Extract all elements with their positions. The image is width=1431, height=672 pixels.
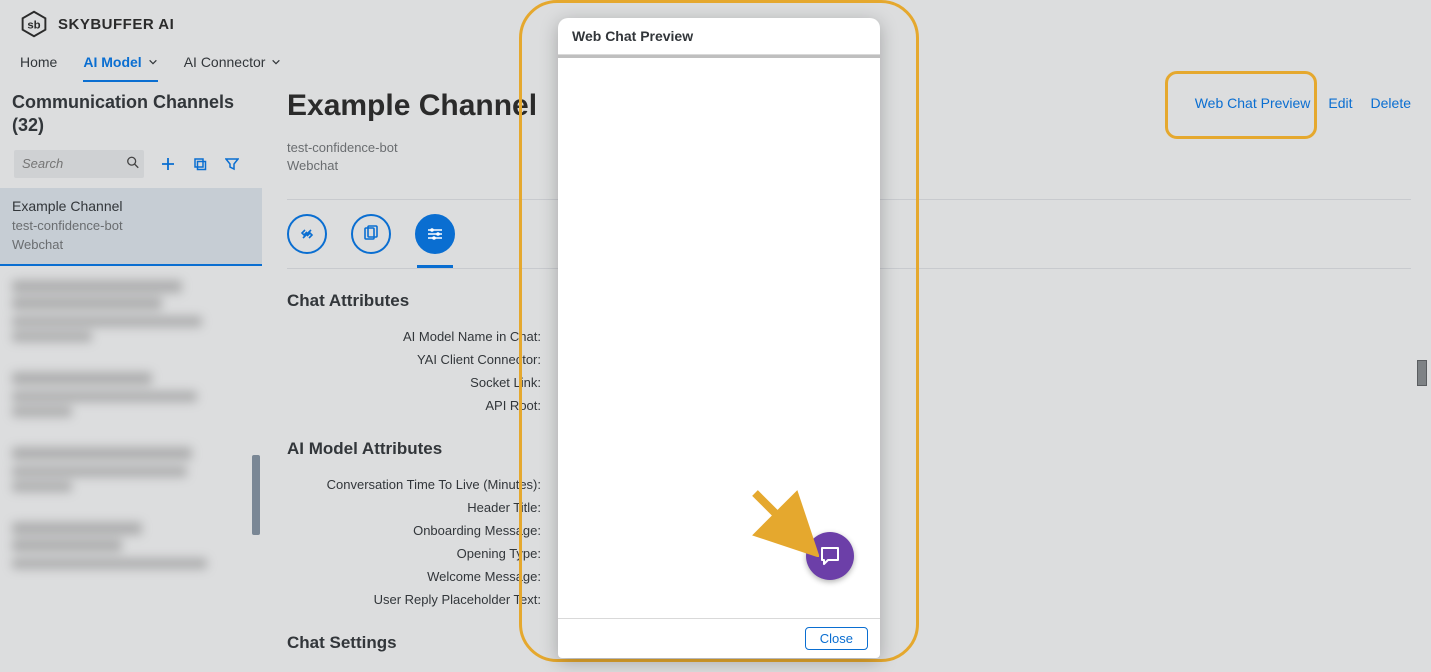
- attr-label-onboarding: Onboarding Message:: [287, 523, 547, 538]
- modal-title: Web Chat Preview: [558, 18, 880, 55]
- page-subtitle-2: Webchat: [287, 157, 537, 175]
- nav-ai-model-label: AI Model: [83, 54, 141, 70]
- search-icon[interactable]: [126, 155, 140, 172]
- close-button[interactable]: Close: [805, 627, 868, 650]
- tab-connection[interactable]: [287, 214, 327, 254]
- sidebar-toolbar: [12, 150, 262, 178]
- copy-icon: [361, 224, 381, 244]
- sidebar: Communication Channels (32) Example Chan…: [0, 85, 262, 672]
- list-item-sub2: Webchat: [12, 237, 252, 252]
- attr-label-welcome: Welcome Message:: [287, 569, 547, 584]
- nav-ai-connector-label: AI Connector: [184, 54, 266, 70]
- list-item-title: Example Channel: [12, 198, 252, 214]
- brand-logo-icon: sb: [20, 10, 48, 38]
- sliders-icon: [425, 224, 445, 244]
- attr-label-header-title: Header Title:: [287, 500, 547, 515]
- svg-text:sb: sb: [27, 19, 40, 31]
- modal-body: [558, 58, 880, 618]
- search-input[interactable]: [14, 152, 144, 175]
- sidebar-title: Communication Channels (32): [12, 85, 262, 150]
- chevron-down-icon: [271, 57, 281, 67]
- copy-button[interactable]: [192, 156, 208, 172]
- delete-link[interactable]: Delete: [1371, 95, 1411, 111]
- attr-label-api-root: API Root:: [287, 398, 547, 413]
- attr-label-model-name: AI Model Name in Chat:: [287, 329, 547, 344]
- tab-documents[interactable]: [351, 214, 391, 254]
- plug-icon: [297, 224, 317, 244]
- brand-name: SKYBUFFER AI: [58, 16, 174, 33]
- page-title: Example Channel: [287, 89, 537, 123]
- web-chat-preview-modal: Web Chat Preview Close: [558, 18, 880, 658]
- scrollbar-thumb[interactable]: [1417, 360, 1427, 386]
- sidebar-list: Example Channel test-confidence-bot Webc…: [12, 188, 262, 585]
- list-item-blurred[interactable]: [12, 358, 262, 433]
- page-subtitle-1: test-confidence-bot: [287, 139, 537, 157]
- list-item-blurred[interactable]: [12, 266, 262, 358]
- chevron-down-icon: [148, 57, 158, 67]
- list-item-blurred[interactable]: [12, 508, 262, 585]
- filter-button[interactable]: [224, 156, 240, 172]
- brand-block: sb SKYBUFFER AI: [20, 10, 174, 38]
- chat-launcher-button[interactable]: [806, 532, 854, 580]
- list-item-blurred[interactable]: [12, 433, 262, 508]
- attr-label-ttl: Conversation Time To Live (Minutes):: [287, 477, 547, 492]
- nav-ai-model[interactable]: AI Model: [83, 54, 157, 82]
- page-actions: Web Chat Preview Edit Delete: [1195, 95, 1411, 111]
- edit-link[interactable]: Edit: [1328, 95, 1352, 111]
- sidebar-search[interactable]: [14, 150, 144, 178]
- list-item-sub1: test-confidence-bot: [12, 218, 252, 233]
- list-item-selected[interactable]: Example Channel test-confidence-bot Webc…: [0, 188, 262, 266]
- chat-bubble-icon: [818, 544, 842, 568]
- attr-label-opening: Opening Type:: [287, 546, 547, 561]
- attr-label-socket: Socket Link:: [287, 375, 547, 390]
- nav-ai-connector[interactable]: AI Connector: [184, 54, 282, 82]
- add-button[interactable]: [160, 156, 176, 172]
- web-chat-preview-link[interactable]: Web Chat Preview: [1195, 95, 1311, 111]
- nav-home-label: Home: [20, 54, 57, 70]
- tab-settings[interactable]: [415, 214, 455, 254]
- split-handle[interactable]: [252, 455, 260, 535]
- attr-label-yai-connector: YAI Client Connector:: [287, 352, 547, 367]
- attr-label-reply-placeholder: User Reply Placeholder Text:: [287, 592, 547, 607]
- modal-footer: Close: [558, 618, 880, 658]
- nav-home[interactable]: Home: [20, 54, 57, 82]
